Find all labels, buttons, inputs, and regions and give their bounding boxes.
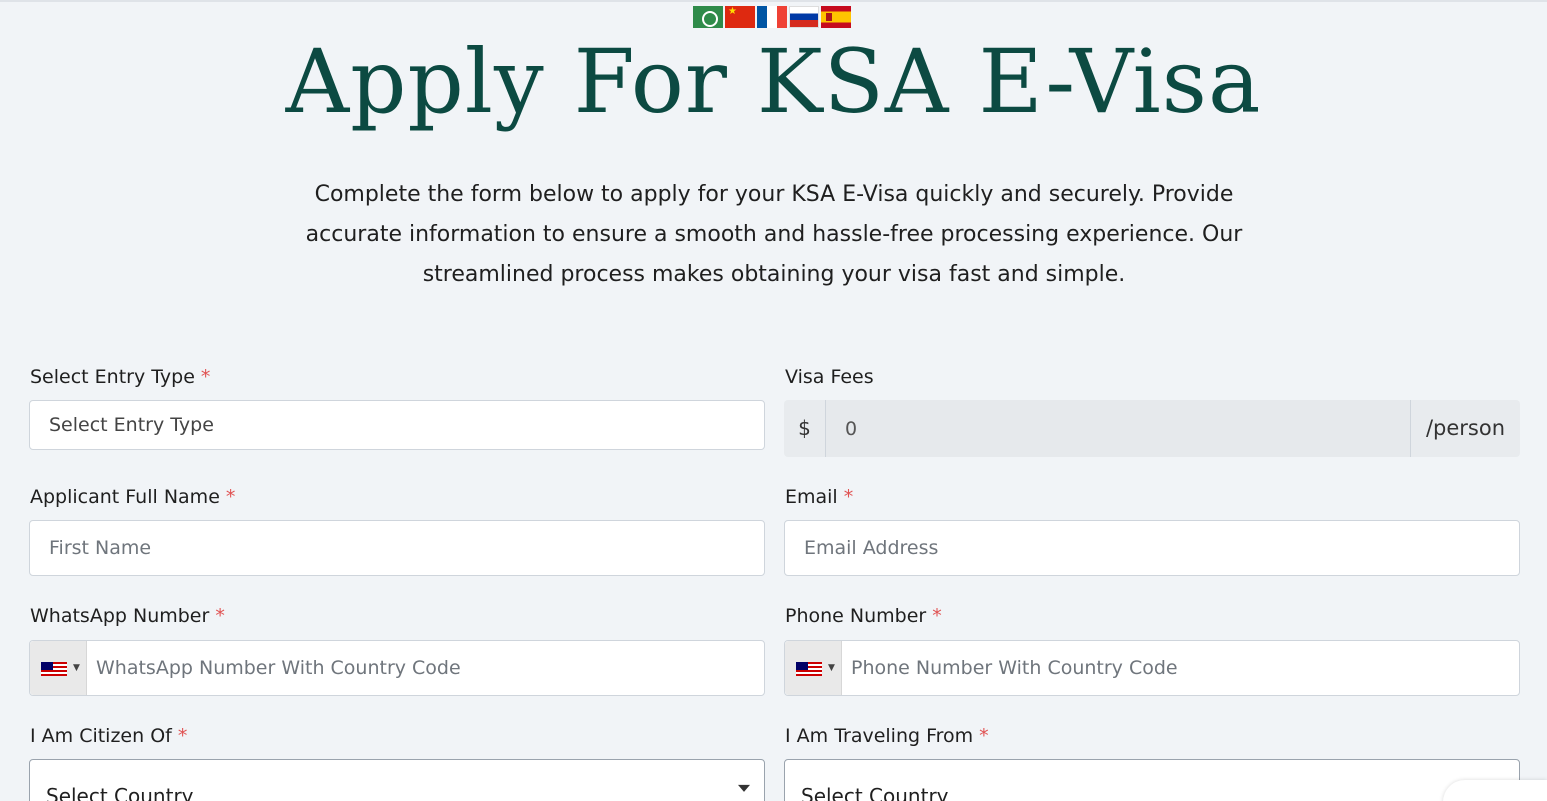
phone-placeholder: Phone Number With Country Code [851, 657, 1178, 679]
traveling-from-label: I Am Traveling From * [785, 725, 989, 747]
caret-down-icon: ▼ [73, 663, 80, 673]
email-placeholder: Email Address [804, 537, 939, 559]
required-marker: * [979, 725, 989, 747]
whatsapp-input[interactable]: ▼ WhatsApp Number With Country Code [29, 640, 765, 696]
required-marker: * [843, 486, 854, 508]
chat-widget[interactable] [1443, 780, 1547, 801]
page-title: Apply For KSA E-Visa [285, 30, 1262, 133]
required-marker: * [200, 366, 211, 388]
full-name-label: Applicant Full Name * [30, 486, 236, 508]
required-marker: * [215, 605, 225, 627]
per-person-unit: /person [1425, 416, 1506, 440]
phone-input[interactable]: ▼ Phone Number With Country Code [784, 640, 1520, 696]
top-border [0, 0, 1547, 2]
spanish-flag-icon[interactable] [821, 6, 851, 28]
language-selector: ★ [693, 6, 851, 28]
intro-text: Complete the form below to apply for you… [305, 182, 1243, 287]
citizen-of-label: I Am Citizen Of * [30, 725, 188, 747]
required-marker: * [225, 486, 236, 508]
caret-down-icon: ▼ [828, 663, 835, 673]
french-flag-icon[interactable] [757, 6, 787, 28]
visa-fees-group: $ 0 /person [784, 400, 1520, 457]
citizen-of-select[interactable]: Select Country [29, 759, 765, 801]
full-name-placeholder: First Name [49, 537, 152, 559]
whatsapp-placeholder: WhatsApp Number With Country Code [96, 657, 461, 679]
full-name-input[interactable]: First Name [29, 520, 765, 576]
email-label: Email * [785, 486, 854, 508]
chinese-flag-icon[interactable]: ★ [725, 6, 755, 28]
required-marker: * [177, 725, 188, 747]
email-input[interactable]: Email Address [784, 520, 1520, 576]
arabic-flag-icon[interactable] [693, 6, 723, 28]
country-code-dropdown[interactable]: ▼ [30, 641, 87, 695]
entry-type-label: Select Entry Type * [30, 366, 211, 388]
currency-symbol: $ [798, 416, 811, 440]
phone-label: Phone Number * [785, 605, 942, 627]
required-marker: * [932, 605, 942, 627]
russian-flag-icon[interactable] [789, 6, 819, 28]
citizen-of-value: Select Country [46, 784, 194, 801]
traveling-from-select[interactable]: Select Country [784, 759, 1520, 801]
malaysia-flag-icon [796, 662, 822, 676]
traveling-from-value: Select Country [801, 784, 949, 801]
country-code-dropdown[interactable]: ▼ [785, 641, 842, 695]
malaysia-flag-icon [41, 662, 67, 676]
visa-fees-input: 0 [825, 400, 1411, 457]
entry-type-select[interactable]: Select Entry Type [29, 400, 765, 450]
chevron-down-icon [738, 784, 750, 792]
whatsapp-label: WhatsApp Number * [30, 605, 225, 627]
entry-type-placeholder: Select Entry Type [49, 414, 214, 436]
visa-fees-label: Visa Fees [785, 366, 874, 388]
